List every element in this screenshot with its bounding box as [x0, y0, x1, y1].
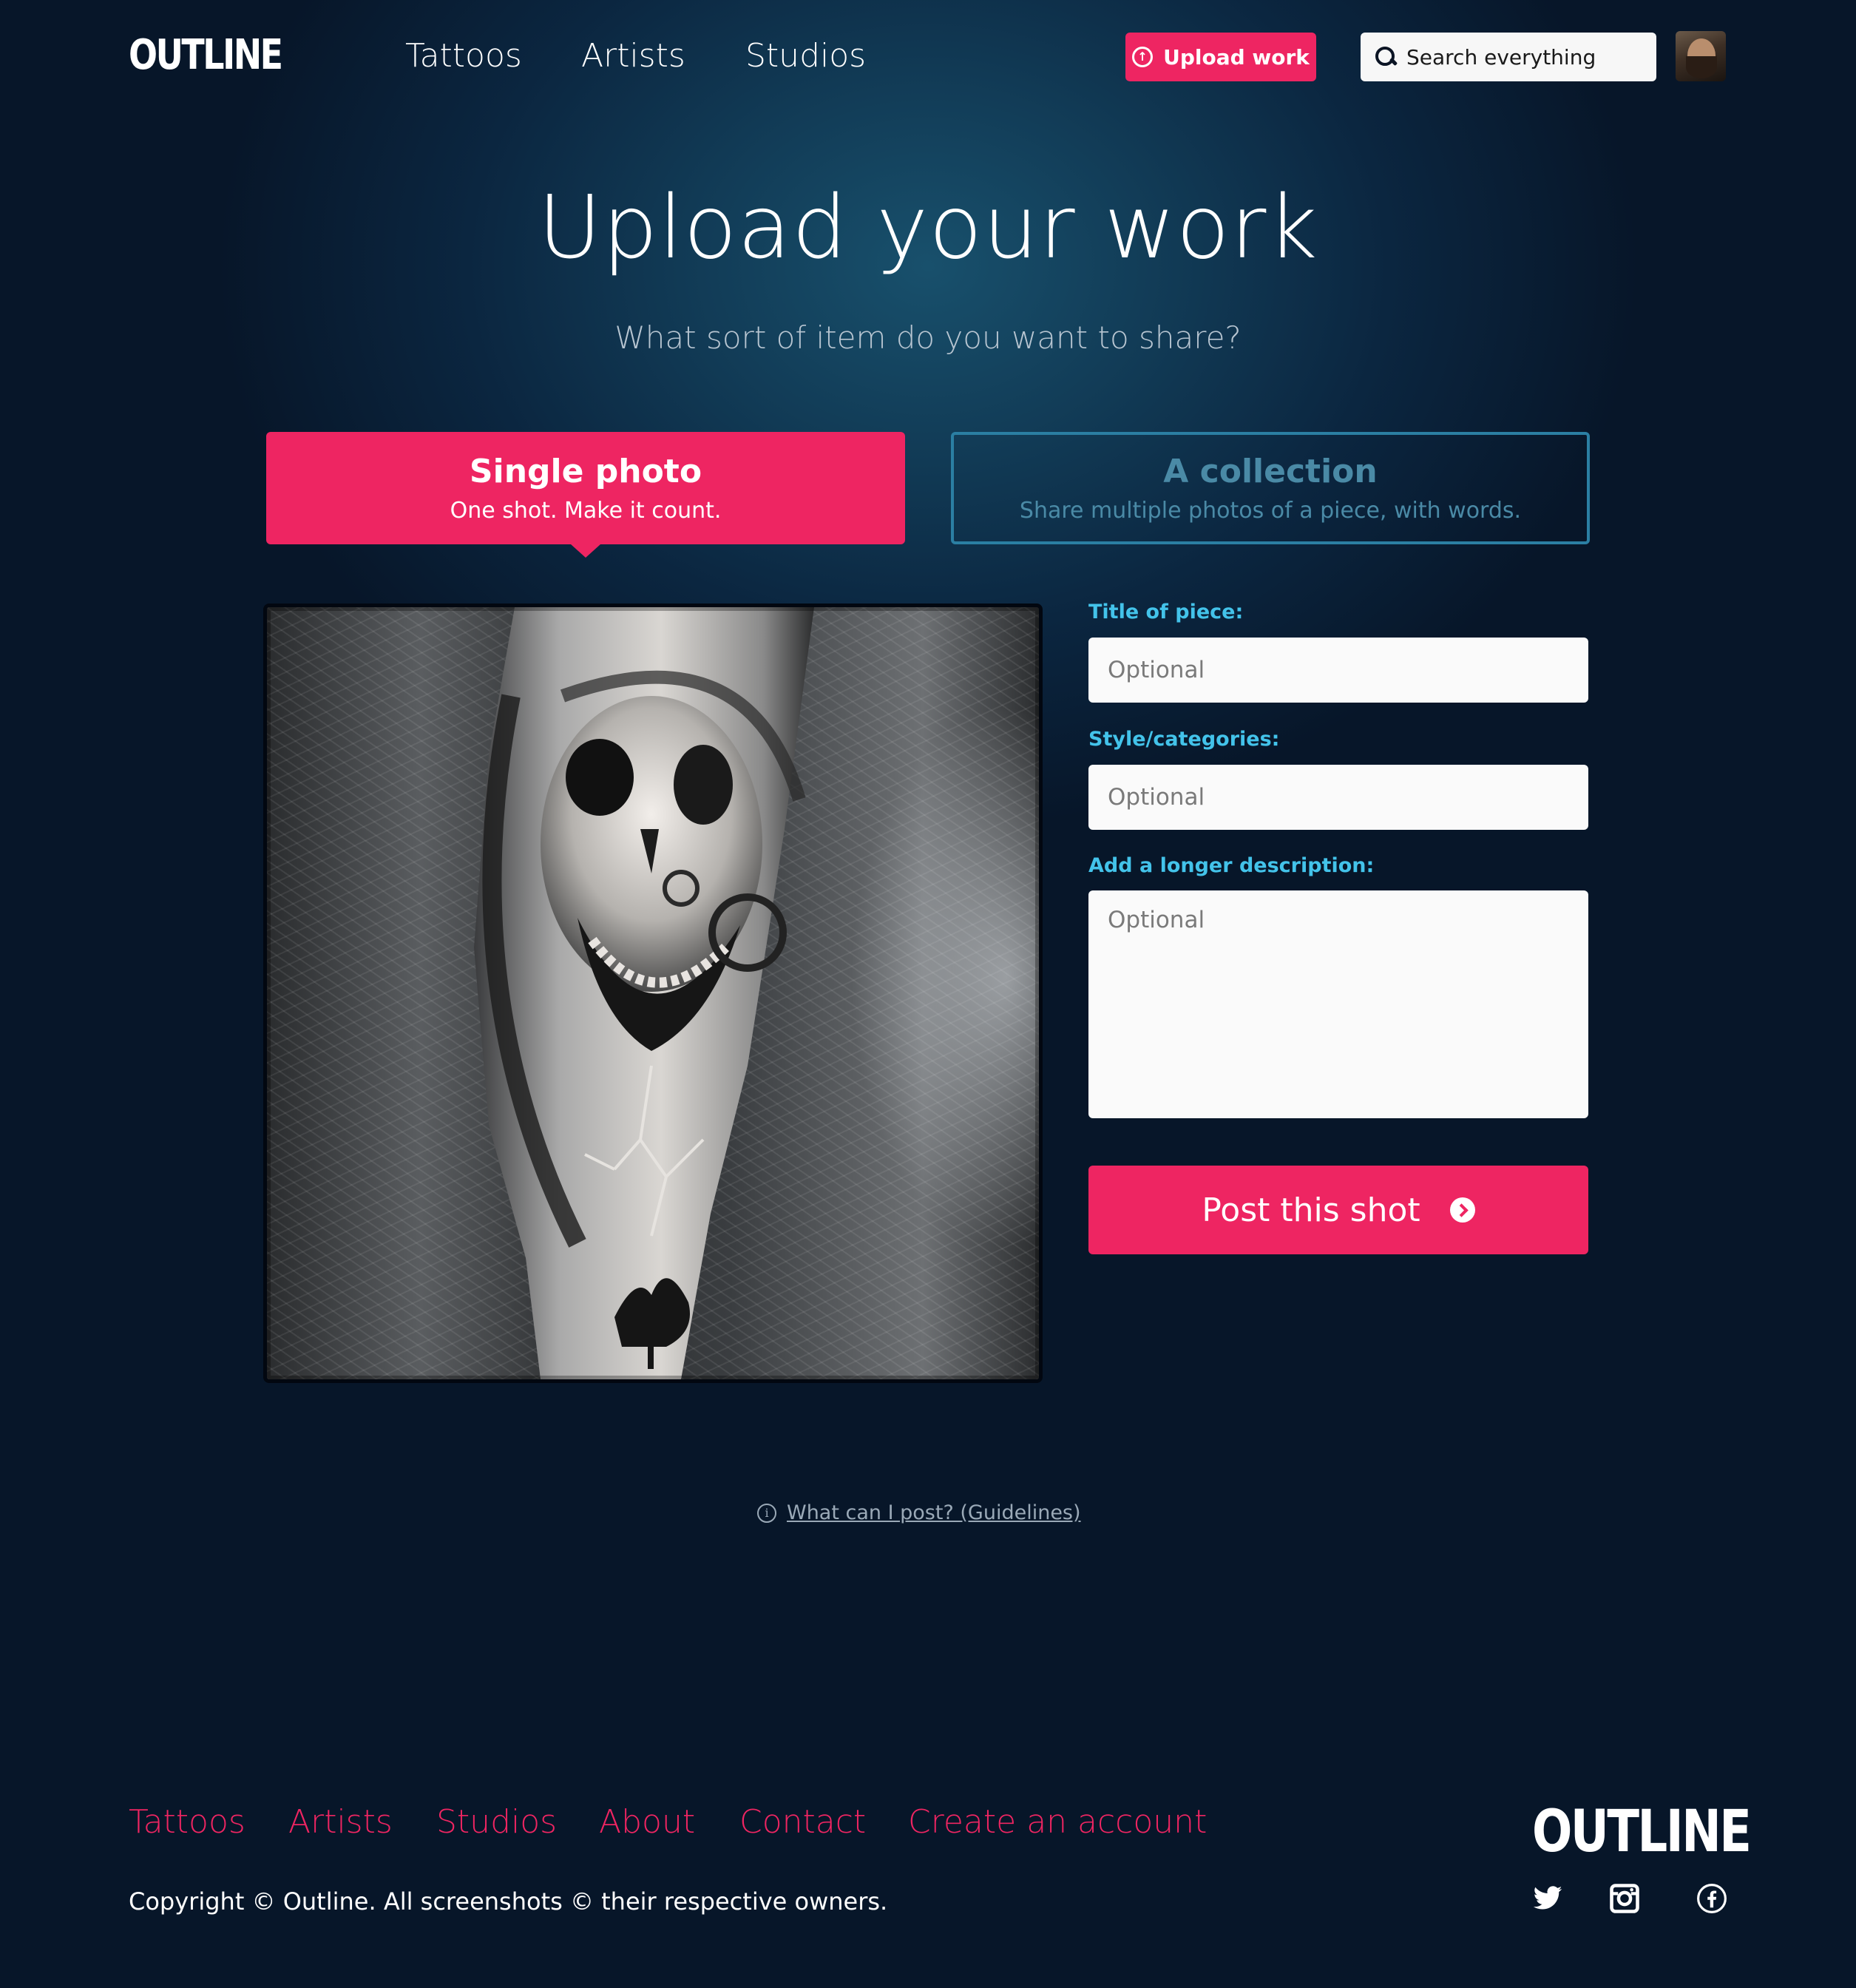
- uploaded-photo-preview: [263, 604, 1043, 1383]
- info-icon: i: [757, 1503, 776, 1523]
- site-logo[interactable]: OUTLINE: [129, 31, 283, 79]
- instagram-icon[interactable]: [1609, 1883, 1640, 1914]
- style-label: Style/categories:: [1088, 728, 1280, 751]
- footer-link-about[interactable]: About: [599, 1803, 695, 1841]
- footer-link-studios[interactable]: Studios: [436, 1803, 557, 1841]
- footer-link-contact[interactable]: Contact: [739, 1803, 866, 1841]
- copyright-text: Copyright © Outline. All screenshots © t…: [129, 1887, 888, 1916]
- facebook-icon[interactable]: [1696, 1883, 1727, 1914]
- collection-option[interactable]: A collection Share multiple photos of a …: [951, 432, 1590, 544]
- footer-link-artists[interactable]: Artists: [288, 1803, 393, 1841]
- guidelines-link[interactable]: What can I post? (Guidelines): [787, 1501, 1081, 1524]
- nav-tattoos[interactable]: Tattoos: [405, 37, 522, 75]
- arrow-right-circle-icon: [1449, 1197, 1475, 1223]
- collection-desc: Share multiple photos of a piece, with w…: [1019, 498, 1522, 524]
- title-label: Title of piece:: [1088, 601, 1244, 623]
- search-icon: [1375, 47, 1396, 67]
- upload-work-button[interactable]: ↑ Upload work: [1125, 33, 1316, 81]
- post-shot-label: Post this shot: [1202, 1191, 1420, 1229]
- title-input[interactable]: [1088, 638, 1588, 703]
- footer-link-tattoos[interactable]: Tattoos: [129, 1803, 245, 1841]
- search-input[interactable]: [1406, 44, 1643, 70]
- single-photo-desc: One shot. Make it count.: [450, 498, 722, 524]
- post-shot-button[interactable]: Post this shot: [1088, 1166, 1588, 1254]
- footer-logo[interactable]: OUTLINE: [1532, 1799, 1752, 1865]
- nav-studios[interactable]: Studios: [745, 37, 866, 75]
- footer-link-create-account[interactable]: Create an account: [908, 1803, 1207, 1841]
- tattoo-illustration: [267, 607, 1039, 1379]
- user-avatar[interactable]: [1676, 31, 1726, 81]
- upload-work-label: Upload work: [1163, 44, 1310, 70]
- guidelines: i What can I post? (Guidelines): [757, 1501, 1081, 1524]
- style-input[interactable]: [1088, 765, 1588, 830]
- page-title: Upload your work: [538, 176, 1318, 278]
- upload-arrow-icon: ↑: [1132, 47, 1154, 67]
- page-subtitle: What sort of item do you want to share?: [614, 320, 1242, 356]
- description-label: Add a longer description:: [1088, 854, 1375, 877]
- single-photo-option[interactable]: Single photo One shot. Make it count.: [266, 432, 905, 558]
- collection-title: A collection: [1163, 453, 1378, 490]
- nav-artists[interactable]: Artists: [581, 37, 685, 75]
- description-textarea[interactable]: [1088, 890, 1588, 1118]
- single-photo-title: Single photo: [469, 453, 702, 490]
- search-bar[interactable]: [1361, 33, 1656, 81]
- twitter-icon[interactable]: [1532, 1883, 1563, 1914]
